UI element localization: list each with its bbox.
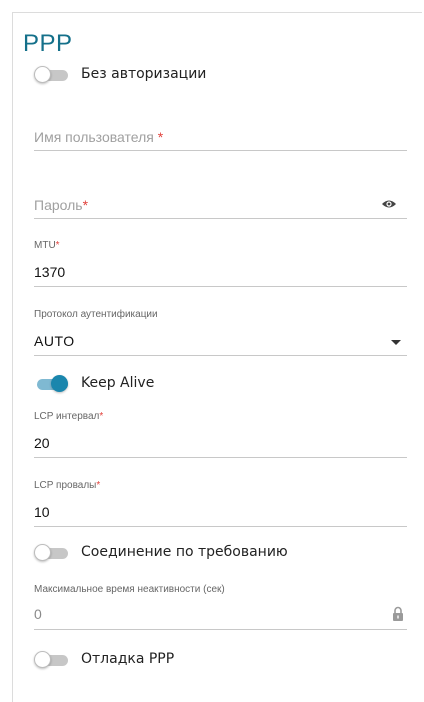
password-underline: [34, 218, 407, 219]
keep-alive-label: Keep Alive: [81, 375, 155, 391]
switch-knob: [34, 544, 51, 561]
idle-time-value: 0: [34, 606, 42, 622]
no-auth-toggle-row[interactable]: Без авторизации: [34, 64, 206, 84]
lock-icon: [392, 606, 404, 626]
no-auth-label: Без авторизации: [81, 66, 207, 82]
username-underline: [34, 150, 407, 151]
switch-knob: [34, 66, 51, 83]
keep-alive-switch[interactable]: [34, 375, 68, 392]
lcp-failures-field[interactable]: LCP провалы* 10: [34, 477, 407, 529]
switch-knob: [51, 375, 68, 392]
mtu-field[interactable]: MTU* 1370: [34, 237, 407, 289]
password-field[interactable]: Пароль*: [34, 188, 407, 220]
idle-time-label: Максимальное время неактивности (сек): [34, 584, 225, 595]
mtu-value: 1370: [34, 264, 66, 280]
auth-protocol-label: Протокол аутентификации: [34, 309, 158, 320]
lcp-failures-value: 10: [34, 504, 50, 520]
password-placeholder: Пароль*: [34, 197, 89, 213]
lcp-interval-label: LCP интервал*: [34, 411, 104, 422]
switch-knob: [34, 651, 51, 668]
lcp-failures-label: LCP провалы*: [34, 480, 101, 491]
username-field[interactable]: Имя пользователя *: [34, 120, 407, 152]
lcp-interval-value: 20: [34, 435, 50, 451]
ppp-debug-label: Отладка PPP: [81, 651, 175, 667]
on-demand-toggle-row[interactable]: Соединение по требованию: [34, 542, 288, 562]
on-demand-label: Соединение по требованию: [81, 544, 288, 560]
ppp-debug-switch[interactable]: [34, 651, 68, 668]
lcp-interval-field[interactable]: LCP интервал* 20: [34, 408, 407, 460]
no-auth-switch[interactable]: [34, 66, 68, 83]
on-demand-switch[interactable]: [34, 544, 68, 561]
keep-alive-toggle-row[interactable]: Keep Alive: [34, 373, 154, 393]
chevron-down-icon[interactable]: [391, 340, 401, 345]
mtu-label: MTU*: [34, 240, 60, 251]
eye-icon[interactable]: [381, 197, 397, 215]
username-placeholder: Имя пользователя *: [34, 129, 164, 145]
lcp-interval-underline: [34, 457, 407, 458]
ppp-debug-toggle-row[interactable]: Отладка PPP: [34, 649, 174, 669]
mtu-underline: [34, 286, 407, 287]
idle-time-underline: [34, 629, 407, 630]
section-title: PPP: [23, 30, 73, 57]
auth-protocol-select[interactable]: Протокол аутентификации AUTO: [34, 306, 407, 358]
lcp-failures-underline: [34, 526, 407, 527]
auth-protocol-value: AUTO: [34, 333, 75, 349]
idle-time-field: Максимальное время неактивности (сек) 0: [34, 580, 407, 632]
auth-protocol-underline: [34, 355, 407, 356]
